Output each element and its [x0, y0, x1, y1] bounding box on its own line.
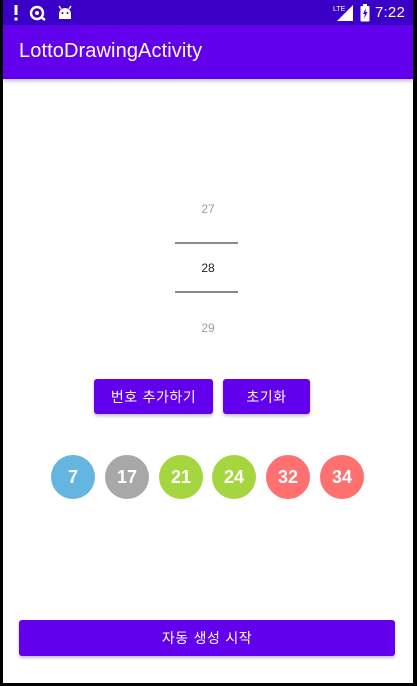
android-icon	[57, 5, 73, 21]
app-screen: LTE 7:22 LottoDrawingActivity 27 28 29 번…	[3, 0, 413, 683]
reset-button[interactable]: 초기화	[223, 379, 310, 414]
picker-selected-value[interactable]: 28	[3, 261, 413, 275]
battery-icon	[360, 3, 370, 22]
number-picker[interactable]: 27 28 29	[3, 190, 413, 350]
alert-icon	[13, 4, 19, 21]
app-title: LottoDrawingActivity	[19, 40, 203, 62]
status-bar: LTE 7:22	[3, 0, 413, 25]
device-frame: LTE 7:22 LottoDrawingActivity 27 28 29 번…	[0, 0, 417, 686]
auto-generate-button[interactable]: 자동 생성 시작	[19, 620, 395, 656]
lotto-ball: 32	[266, 455, 310, 499]
signal-icon: LTE	[333, 4, 355, 22]
picker-divider-bottom	[175, 291, 238, 293]
lotto-ball: 24	[212, 455, 256, 499]
status-bar-right: LTE 7:22	[333, 2, 405, 23]
lotto-ball: 21	[159, 455, 203, 499]
add-number-button[interactable]: 번호 추가하기	[94, 379, 213, 414]
sync-icon	[29, 5, 47, 21]
picker-divider-top	[175, 242, 238, 244]
app-bar: LottoDrawingActivity	[3, 25, 413, 79]
lotto-ball: 17	[105, 455, 149, 499]
picker-next-value[interactable]: 29	[3, 321, 413, 335]
picker-previous-value[interactable]: 27	[3, 202, 413, 216]
lotto-number-list: 7 17 21 24 32 34	[3, 455, 413, 499]
network-type-label: LTE	[333, 6, 346, 13]
status-time: 7:22	[375, 4, 405, 21]
status-bar-left	[13, 3, 73, 22]
lotto-ball: 7	[51, 455, 95, 499]
lotto-ball: 34	[320, 455, 364, 499]
